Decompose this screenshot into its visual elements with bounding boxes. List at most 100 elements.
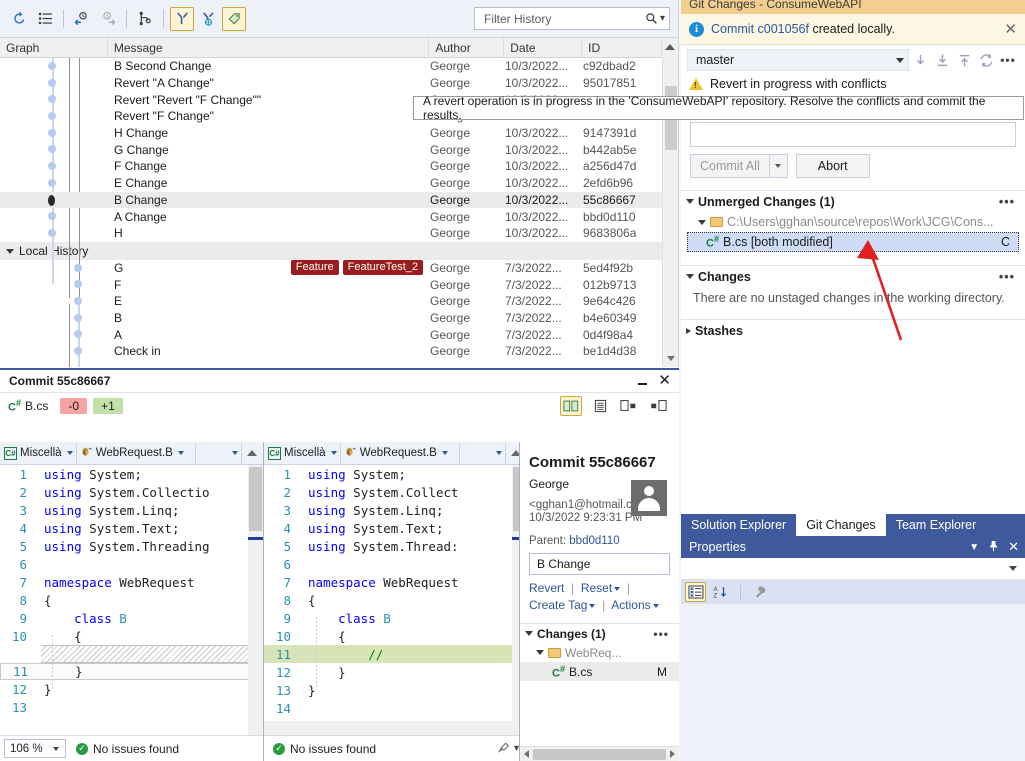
table-row[interactable]: H ChangeGeorge10/3/2022...9147391d: [0, 125, 678, 142]
history-scroll-up-arrow[interactable]: [662, 38, 678, 58]
categorized-view-icon[interactable]: [685, 582, 706, 602]
code-line[interactable]: 5using System.Thread:: [264, 537, 527, 555]
create-tag-link[interactable]: Create Tag: [529, 598, 587, 612]
left-project-dropdown[interactable]: C# Miscellà: [1, 443, 77, 464]
code-line[interactable]: 2using System.Collectio: [0, 483, 263, 501]
revert-link[interactable]: Revert: [529, 581, 564, 595]
tab-team-explorer[interactable]: Team Explorer: [886, 514, 987, 536]
code-line[interactable]: 9 class B: [0, 609, 263, 627]
table-row[interactable]: GFeatureFeatureTest_2George7/3/2022...5e…: [0, 260, 678, 277]
table-row[interactable]: FGeorge7/3/2022...012b9713: [0, 276, 678, 293]
commit-all-button[interactable]: Commit All: [690, 154, 788, 178]
table-row[interactable]: BGeorge7/3/2022...b4e60349: [0, 310, 678, 327]
table-row[interactable]: B ChangeGeorge10/3/2022...55c86667: [0, 192, 678, 209]
code-line[interactable]: 12 }: [264, 663, 527, 681]
code-line[interactable]: 3using System.Linq;: [0, 501, 263, 519]
scrollbar-thumb[interactable]: [249, 467, 262, 531]
search-icon[interactable]: ▾: [645, 12, 665, 25]
commit-changes-header[interactable]: Changes (1) •••: [520, 623, 679, 643]
column-header-id[interactable]: ID: [582, 38, 662, 58]
changes-header[interactable]: Changes •••: [681, 265, 1025, 287]
more-options-icon[interactable]: •••: [999, 270, 1025, 284]
code-line[interactable]: 10 {: [0, 627, 263, 645]
scroll-left-icon[interactable]: [524, 750, 529, 758]
code-line[interactable]: 13}: [264, 681, 527, 699]
pull-icon[interactable]: [931, 49, 953, 71]
code-line[interactable]: 4using System.Text;: [0, 519, 263, 537]
zoom-level-selector[interactable]: 106 %: [4, 739, 66, 758]
commit-message-box[interactable]: B Change: [529, 553, 670, 575]
code-line[interactable]: 7namespace WebRequest: [264, 573, 527, 591]
actions-link[interactable]: Actions: [611, 598, 650, 612]
close-icon[interactable]: ✕: [1008, 539, 1019, 555]
code-line[interactable]: 8{: [0, 591, 263, 609]
tag-chip[interactable]: Feature: [291, 260, 339, 275]
close-icon[interactable]: ✕: [1004, 20, 1017, 38]
fetch-icon[interactable]: [909, 49, 931, 71]
table-row[interactable]: F ChangeGeorge10/3/2022...a256d47d: [0, 158, 678, 175]
more-options-icon[interactable]: •••: [653, 627, 679, 641]
tag-chip[interactable]: FeatureTest_2: [343, 260, 423, 275]
properties-object-selector[interactable]: [681, 558, 1025, 580]
left-only-view-icon[interactable]: [618, 396, 640, 416]
group-header-local-history[interactable]: Local History: [0, 242, 678, 260]
scroll-up-icon[interactable]: [247, 450, 257, 456]
table-row[interactable]: Check inGeorge7/3/2022...be1d4d38: [0, 343, 678, 360]
minimize-icon[interactable]: [638, 377, 647, 386]
abort-button[interactable]: Abort: [796, 154, 870, 178]
tab-solution-explorer[interactable]: Solution Explorer: [681, 514, 796, 536]
left-member-dropdown[interactable]: WebRequest.B: [77, 443, 196, 464]
show-tags-icon[interactable]: [222, 7, 246, 31]
code-line[interactable]: 3using System.Linq;: [264, 501, 527, 519]
refresh-icon[interactable]: [7, 7, 31, 31]
code-line[interactable]: 8{: [264, 591, 527, 609]
column-header-date[interactable]: Date: [504, 38, 582, 58]
table-row[interactable]: A ChangeGeorge10/3/2022...bbd0d110: [0, 208, 678, 225]
table-row[interactable]: Revert "A Change"George10/3/2022...95017…: [0, 75, 678, 92]
left-third-dropdown[interactable]: [196, 443, 242, 464]
code-line[interactable]: 11 //: [264, 645, 527, 663]
commit-details-horizontal-scrollbar[interactable]: [520, 746, 679, 761]
code-line[interactable]: 7namespace WebRequest: [0, 573, 263, 591]
column-header-graph[interactable]: Graph: [0, 38, 108, 58]
table-row[interactable]: HGeorge10/3/2022...9683806a: [0, 225, 678, 242]
commit-changes-file-row[interactable]: C# B.cs M: [520, 662, 679, 681]
close-icon[interactable]: ✕: [658, 375, 671, 387]
unmerged-changes-header[interactable]: Unmerged Changes (1) •••: [681, 190, 1025, 212]
show-branches-icon[interactable]: [170, 7, 194, 31]
chevron-down-icon[interactable]: [653, 604, 659, 608]
stashes-header[interactable]: Stashes: [681, 319, 1025, 341]
local-history-commit-list[interactable]: GFeatureFeatureTest_2George7/3/2022...5e…: [0, 260, 678, 360]
commit-parent-id-link[interactable]: bbd0d110: [569, 535, 619, 547]
right-only-view-icon[interactable]: [647, 396, 669, 416]
table-row[interactable]: EGeorge7/3/2022...9e64c426: [0, 293, 678, 310]
chevron-down-icon[interactable]: ▼: [969, 542, 979, 553]
reset-link[interactable]: Reset: [581, 581, 612, 595]
sync-icon[interactable]: [975, 49, 997, 71]
code-line[interactable]: 2using System.Collect: [264, 483, 527, 501]
history-commit-list[interactable]: B Second ChangeGeorge10/3/2022...c92dbad…: [0, 58, 678, 242]
code-line[interactable]: 10 {: [264, 627, 527, 645]
commit-link[interactable]: Commit c001056f: [711, 22, 809, 36]
navigate-forward-icon[interactable]: [96, 7, 120, 31]
code-line[interactable]: 1using System;: [0, 465, 263, 483]
column-header-author[interactable]: Author: [429, 38, 504, 58]
side-by-side-view-icon[interactable]: [560, 396, 582, 416]
code-line[interactable]: 4using System.Text;: [264, 519, 527, 537]
more-options-icon[interactable]: •••: [999, 195, 1025, 209]
right-horizontal-scrollbar[interactable]: [264, 721, 512, 735]
code-line[interactable]: 13: [0, 698, 263, 716]
inline-view-icon[interactable]: [589, 396, 611, 416]
right-code-area[interactable]: 1using System;2using System.Collect3usin…: [264, 465, 527, 735]
more-options-icon[interactable]: •••: [997, 49, 1019, 71]
alphabetical-sort-icon[interactable]: A Z: [710, 582, 731, 602]
table-row[interactable]: B Second ChangeGeorge10/3/2022...c92dbad…: [0, 58, 678, 75]
right-project-dropdown[interactable]: C# Miscellà: [265, 443, 341, 464]
chevron-down-icon[interactable]: [589, 604, 595, 608]
code-line[interactable]: 1using System;: [264, 465, 527, 483]
commit-message-input[interactable]: [690, 122, 1016, 147]
code-line[interactable]: 14: [264, 699, 527, 717]
show-remote-branches-icon[interactable]: [196, 7, 220, 31]
code-line[interactable]: 9 class B: [264, 609, 527, 627]
column-header-message[interactable]: Message: [108, 38, 430, 58]
